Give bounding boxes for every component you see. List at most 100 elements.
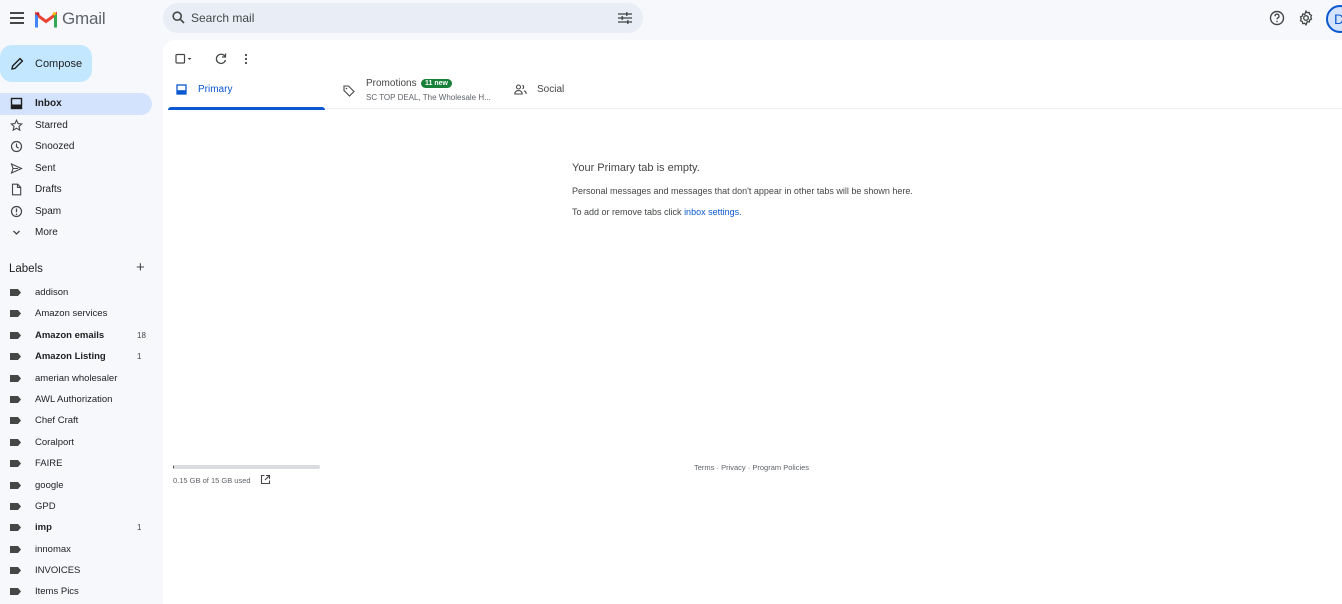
nav-item-spam[interactable]: Spam: [0, 201, 152, 223]
label-name: GPD: [35, 500, 56, 512]
help-icon[interactable]: [1269, 10, 1285, 26]
search-bar[interactable]: [163, 3, 643, 33]
menu-icon-line: [10, 12, 24, 14]
label-item[interactable]: addison: [0, 282, 152, 303]
menu-icon-line: [10, 22, 24, 24]
label-tag-icon: [10, 374, 21, 382]
nav-label: More: [35, 227, 58, 239]
label-name: INVOICES: [35, 565, 81, 577]
label-tag-icon: [10, 331, 21, 339]
inbox-settings-link[interactable]: inbox settings.: [684, 207, 742, 217]
labels-header: Labels +: [9, 260, 151, 276]
nav-item-inbox[interactable]: Inbox: [0, 93, 152, 115]
nav-item-sent[interactable]: Sent: [0, 158, 152, 180]
settings-gear-icon[interactable]: [1298, 10, 1314, 26]
program-policies-link[interactable]: Program Policies: [752, 463, 809, 472]
label-tag-icon: [10, 588, 21, 596]
label-item[interactable]: FAIRE: [0, 453, 152, 474]
compose-button[interactable]: Compose: [0, 45, 92, 82]
empty-heading: Your Primary tab is empty.: [572, 162, 700, 174]
send-icon: [10, 162, 23, 174]
label-tag-icon: [10, 289, 21, 296]
draft-icon: [11, 183, 22, 196]
label-unread-count: 1: [137, 523, 142, 533]
label-unread-count: 18: [137, 330, 146, 340]
main-panel: Primary Promotions 11 new SC TOP DEAL, T…: [163, 40, 1342, 604]
inbox-icon: [176, 84, 187, 95]
label-tag-icon: [10, 481, 21, 489]
tab-promotions[interactable]: Promotions 11 new SC TOP DEAL, The Whole…: [336, 71, 506, 109]
label-name: innomax: [35, 543, 71, 555]
main-nav: Inbox Starred Snoozed Sent Drafts Spam M…: [0, 93, 152, 244]
footer-links: Terms · Privacy · Program Policies: [694, 463, 809, 472]
nav-item-more[interactable]: More: [0, 222, 152, 244]
more-options-icon[interactable]: [237, 50, 255, 68]
account-avatar[interactable]: D: [1326, 5, 1342, 33]
label-name: AWL Authorization: [35, 393, 113, 405]
label-item[interactable]: Amazon Listing 1: [0, 346, 152, 367]
label-tag-icon: [10, 460, 21, 468]
label-tag-icon: [10, 310, 21, 318]
empty-hint-text: To add or remove tabs click: [572, 207, 685, 217]
menu-icon-line: [10, 17, 24, 19]
empty-state: Your Primary tab is empty. Personal mess…: [572, 162, 913, 217]
pencil-icon: [11, 57, 24, 70]
label-name: FAIRE: [35, 458, 63, 470]
label-item[interactable]: amerian wholesaler: [0, 368, 152, 389]
people-icon: [514, 84, 527, 95]
label-unread-count: 1: [137, 352, 142, 362]
new-count-badge: 11 new: [421, 79, 452, 88]
empty-hint: To add or remove tabs click inbox settin…: [572, 207, 913, 217]
tab-primary[interactable]: Primary: [168, 71, 325, 110]
label-item[interactable]: Chef Craft: [0, 410, 152, 431]
label-name: Amazon emails: [35, 329, 105, 341]
chevron-down-icon: [13, 230, 20, 235]
nav-label: Inbox: [35, 98, 62, 110]
nav-label: Drafts: [35, 184, 62, 196]
nav-item-snoozed[interactable]: Snoozed: [0, 136, 152, 158]
search-icon[interactable]: [172, 11, 185, 24]
top-bar: Gmail D: [0, 0, 1342, 38]
label-name: Amazon services: [35, 308, 108, 320]
refresh-icon[interactable]: [212, 50, 230, 68]
label-name: Chef Craft: [35, 415, 79, 427]
inbox-icon: [10, 97, 23, 110]
label-item[interactable]: Amazon services: [0, 303, 152, 324]
open-in-new-icon[interactable]: [260, 474, 271, 485]
label-tag-icon: [10, 395, 21, 403]
gmail-logo[interactable]: Gmail: [35, 9, 106, 29]
storage-text: 0.15 GB of 15 GB used: [173, 476, 251, 485]
select-all-checkbox-icon[interactable]: [175, 50, 193, 68]
label-item[interactable]: INVOICES: [0, 560, 152, 581]
nav-label: Sent: [35, 162, 56, 174]
nav-label: Starred: [35, 119, 68, 131]
label-item[interactable]: imp 1: [0, 517, 152, 538]
category-tabs: Primary Promotions 11 new SC TOP DEAL, T…: [168, 71, 1342, 110]
label-item[interactable]: Amazon emails 18: [0, 325, 152, 346]
label-item[interactable]: Items Pics: [0, 581, 152, 602]
label-name: google: [35, 479, 64, 491]
main-menu-button[interactable]: [8, 9, 26, 27]
tag-icon: [343, 85, 355, 97]
privacy-link[interactable]: Privacy: [721, 463, 746, 472]
label-item[interactable]: Coralport: [0, 432, 152, 453]
label-name: Coralport: [35, 436, 75, 448]
label-item[interactable]: innomax: [0, 539, 152, 560]
search-options-icon[interactable]: [618, 12, 632, 24]
tab-social[interactable]: Social: [508, 71, 678, 109]
label-item[interactable]: GPD: [0, 496, 152, 517]
label-tag-icon: [10, 353, 21, 361]
clock-icon: [10, 140, 23, 153]
terms-link[interactable]: Terms: [694, 463, 714, 472]
create-label-plus-icon[interactable]: +: [136, 260, 145, 275]
label-item[interactable]: google: [0, 475, 152, 496]
label-item[interactable]: AWL Authorization: [0, 389, 152, 410]
nav-item-drafts[interactable]: Drafts: [0, 179, 152, 201]
labels-list: addison Amazon services Amazon emails 18 Ama…: [0, 282, 152, 603]
spam-icon: [10, 205, 23, 217]
label-tag-icon: [10, 545, 21, 553]
nav-item-starred[interactable]: Starred: [0, 115, 152, 137]
storage-bar: [173, 465, 320, 469]
gmail-m-icon: [35, 11, 57, 27]
search-input[interactable]: [191, 8, 591, 28]
